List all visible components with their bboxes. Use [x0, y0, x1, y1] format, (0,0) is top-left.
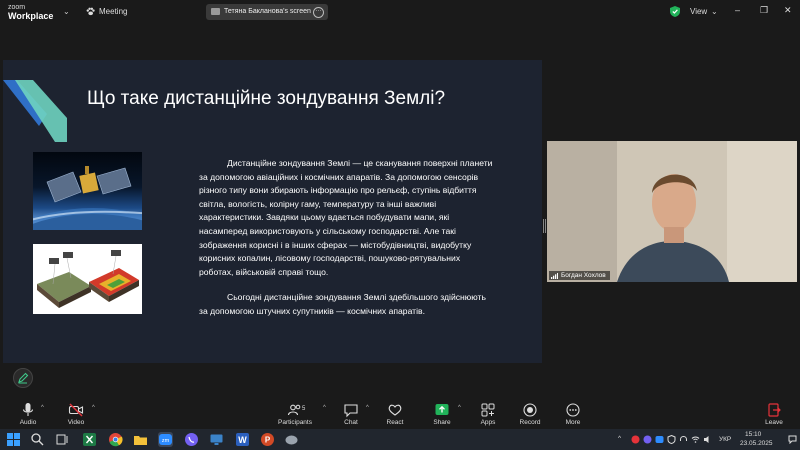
tray-overflow-icon[interactable]: ^ [618, 435, 621, 442]
participants-icon [287, 404, 301, 416]
svg-text:zm: zm [162, 438, 170, 444]
zoom-logo: zoom Workplace [8, 3, 53, 21]
record-button[interactable]: Record [508, 402, 552, 426]
task-view-icon[interactable] [55, 432, 70, 447]
leave-label: Leave [765, 419, 783, 426]
pencil-icon [18, 372, 29, 384]
remote-sensing-image [33, 244, 142, 314]
meeting-label: Meeting [99, 7, 128, 16]
participants-count: 5 [302, 406, 306, 412]
slide-title: Що таке дистанційне зондування Землі? [87, 88, 446, 109]
audio-label: Audio [19, 419, 37, 426]
slide-decoration [3, 80, 67, 142]
satellite-illustration [33, 166, 142, 230]
participants-options-caret-icon[interactable]: ^ [323, 405, 326, 411]
tray-viber-icon[interactable] [643, 435, 652, 444]
windows-taskbar: zm W P ^ УКР 15:10 23.05.2025 [0, 429, 800, 450]
record-icon [523, 403, 537, 417]
tray-shield-icon[interactable] [667, 435, 676, 444]
meeting-toolbar: Audio Video Participants 5 Chat React Sh… [0, 400, 800, 429]
app-icon[interactable] [284, 432, 299, 447]
monitor-app-icon[interactable] [209, 432, 224, 447]
close-icon[interactable]: ✕ [784, 5, 792, 16]
excel-icon[interactable] [82, 432, 97, 447]
shared-slide: Що таке дистанційне зондування Землі? Ди… [3, 60, 542, 363]
slide-paragraph-1: Дистанційне зондування Землі — це сканув… [199, 158, 493, 277]
more-icon [566, 403, 580, 417]
word-icon[interactable]: W [235, 432, 250, 447]
screen-icon [211, 8, 220, 15]
splitter-handle[interactable] [543, 219, 546, 233]
share-screen-icon [435, 404, 449, 415]
clock-time[interactable]: 15:10 [745, 431, 761, 438]
video-label: Video [67, 419, 85, 426]
react-button[interactable]: React [373, 402, 417, 426]
file-explorer-icon[interactable] [133, 432, 148, 447]
chat-options-caret-icon[interactable]: ^ [366, 405, 369, 411]
slide-paragraph-2: Сьогодні дистанційне зондування Землі зд… [199, 292, 486, 316]
react-label: React [386, 419, 404, 426]
top-bar: zoom Workplace ⌄ Meeting Тетяна Бакланов… [0, 0, 800, 24]
more-options-icon[interactable]: ··· [313, 7, 324, 18]
record-label: Record [519, 419, 541, 426]
satellite-image [33, 152, 142, 230]
notifications-icon[interactable] [788, 435, 797, 444]
meeting-info-button[interactable]: Meeting [86, 7, 127, 16]
apps-label: Apps [480, 419, 496, 426]
tray-app-icon[interactable] [631, 435, 640, 444]
chat-label: Chat [344, 419, 358, 426]
chrome-icon[interactable] [108, 432, 123, 447]
search-icon[interactable] [30, 432, 45, 447]
more-button[interactable]: More [551, 402, 595, 426]
tray-zoom-icon[interactable] [655, 435, 664, 444]
restore-icon[interactable]: ❐ [760, 5, 768, 16]
slide-body: Дистанційне зондування Землі — це сканув… [199, 157, 493, 331]
audio-options-caret-icon[interactable]: ^ [41, 405, 44, 411]
participant-name: Богдан Хохлов [561, 272, 606, 279]
volume-icon[interactable] [703, 435, 712, 444]
video-off-icon [68, 403, 84, 417]
chat-icon [344, 404, 358, 418]
more-label: More [565, 419, 581, 426]
react-heart-icon [388, 404, 402, 416]
svg-text:W: W [238, 435, 247, 445]
participants-button[interactable]: Participants [271, 402, 319, 426]
view-button[interactable]: View [690, 7, 707, 16]
wifi-icon[interactable] [691, 435, 700, 444]
signal-icon [551, 272, 558, 279]
powerpoint-icon[interactable]: P [260, 432, 275, 447]
field-scan-illustration [37, 250, 139, 308]
windows-start-icon[interactable] [6, 432, 21, 447]
participants-label: Participants [278, 419, 312, 426]
minimize-icon[interactable]: – [735, 5, 740, 15]
microphone-icon [22, 403, 34, 416]
share-options-caret-icon[interactable]: ^ [458, 405, 461, 411]
participant-video[interactable]: Богдан Хохлов [547, 141, 797, 282]
view-chevron-icon[interactable]: ⌄ [711, 7, 718, 16]
screen-share-indicator[interactable]: Тетяна Бакланова's screen ··· [206, 4, 328, 20]
paw-icon [86, 7, 95, 16]
apps-button[interactable]: Apps [466, 402, 510, 426]
annotate-button[interactable] [13, 368, 33, 388]
tray-headset-icon[interactable] [679, 435, 688, 444]
participant-name-tag: Богдан Хохлов [549, 271, 610, 280]
logo-workplace-text: Workplace [8, 11, 54, 21]
shield-check-icon[interactable] [670, 6, 680, 17]
leave-icon [768, 403, 781, 417]
share-label: Share [433, 419, 451, 426]
viber-icon[interactable] [184, 432, 199, 447]
apps-icon [481, 403, 495, 417]
keyboard-language[interactable]: УКР [719, 436, 731, 443]
clock-date[interactable]: 23.05.2025 [740, 440, 773, 447]
zoom-taskbar-icon[interactable]: zm [158, 432, 173, 447]
leave-button[interactable]: Leave [752, 402, 796, 426]
video-options-caret-icon[interactable]: ^ [92, 405, 95, 411]
svg-text:P: P [265, 436, 271, 445]
participant-video-frame [547, 141, 797, 282]
chevron-down-icon[interactable]: ⌄ [63, 7, 70, 16]
share-title: Тетяна Бакланова's screen [224, 8, 311, 15]
